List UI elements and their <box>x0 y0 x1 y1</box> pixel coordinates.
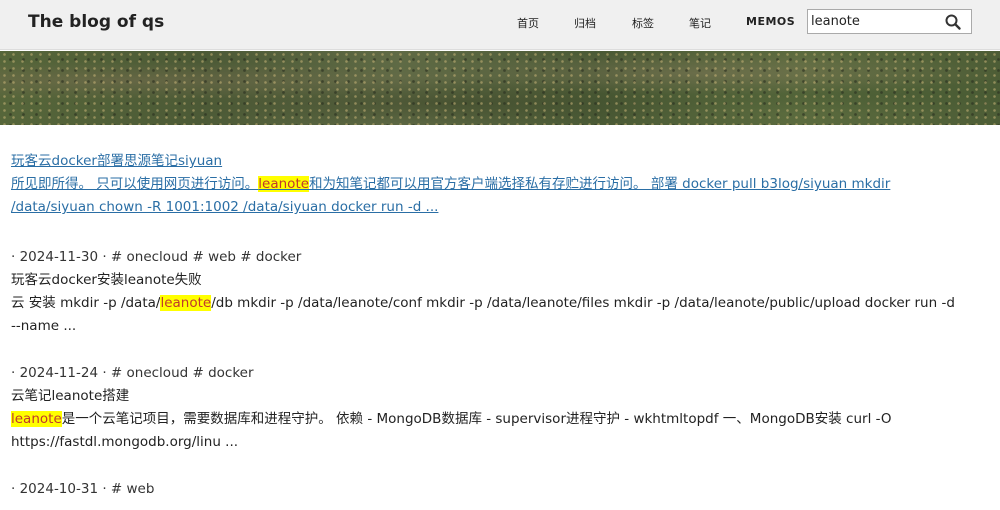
excerpt-text: 是一个云笔记项目，需要数据库和进程守护。 依赖 - MongoDB数据库 - s… <box>61 411 892 427</box>
result-item: · 2024-11-30 · # onecloud # web # docker… <box>11 246 976 338</box>
navbar: The blog of qs 首页 归档 标签 笔记 MEMOS <box>0 0 1000 50</box>
result-excerpt: https://fastdl.mongodb.org/linu ... <box>11 434 239 450</box>
nav-link-notes[interactable]: 笔记 <box>689 15 711 31</box>
hero-texture <box>0 51 1000 125</box>
excerpt-text: 云 安装 mkdir -p /data/ <box>11 295 161 311</box>
search-highlight: leanote <box>160 295 212 311</box>
result-meta: · 2024-10-31 · # web <box>11 481 155 497</box>
result-title-link[interactable]: 玩客云docker部署思源笔记siyuan <box>11 153 222 169</box>
result-item: · 2024-10-31 · # web <box>11 478 976 501</box>
result-title[interactable]: 玩客云docker安装leanote失败 <box>11 269 976 292</box>
result-excerpt: --name ... <box>11 318 77 334</box>
nav-link-home[interactable]: 首页 <box>517 15 539 31</box>
result-item: 玩客云docker部署思源笔记siyuan 所见即所得。 只可以使用网页进行访问… <box>11 150 976 219</box>
result-item: · 2024-11-24 · # onecloud # docker 云笔记le… <box>11 362 976 454</box>
result-excerpt: leanote是一个云笔记项目，需要数据库和进程守护。 依赖 - MongoDB… <box>11 408 976 431</box>
nav-link-tags[interactable]: 标签 <box>632 15 654 31</box>
excerpt-text: /db mkdir -p /data/leanote/conf mkdir -p… <box>211 295 955 311</box>
search-highlight: leanote <box>11 411 62 427</box>
search-input[interactable] <box>811 12 939 31</box>
result-meta: · 2024-11-24 · # onecloud # docker <box>11 365 254 381</box>
search-icon[interactable] <box>944 13 962 31</box>
result-excerpt-link[interactable]: 所见即所得。 只可以使用网页进行访问。leanote和为知笔记都可以用官方客户端… <box>11 176 890 192</box>
result-title[interactable]: 云笔记leanote搭建 <box>11 385 976 408</box>
excerpt-text: 所见即所得。 只可以使用网页进行访问。 <box>11 176 259 192</box>
result-excerpt-link[interactable]: /data/siyuan chown -R 1001:1002 /data/si… <box>11 199 438 215</box>
nav-link-memos[interactable]: MEMOS <box>746 15 795 28</box>
excerpt-text: 和为知笔记都可以用官方客户端选择私有存贮进行访问。 部署 docker pull… <box>309 176 891 192</box>
result-excerpt: 云 安装 mkdir -p /data/leanote/db mkdir -p … <box>11 292 976 315</box>
site-brand[interactable]: The blog of qs <box>28 12 164 32</box>
hero-banner-image <box>0 51 1000 125</box>
result-meta: · 2024-11-30 · # onecloud # web # docker <box>11 249 302 265</box>
search-highlight: leanote <box>258 176 310 192</box>
search-box <box>807 9 972 34</box>
nav-link-archive[interactable]: 归档 <box>574 15 596 31</box>
